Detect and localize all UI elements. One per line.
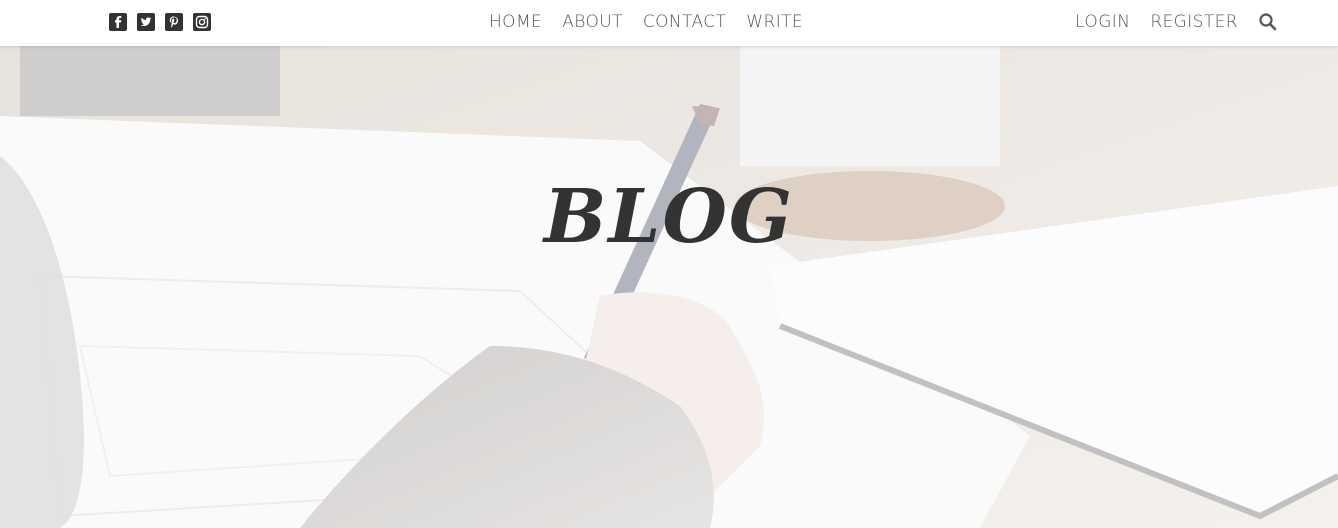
auth-nav: LOGIN REGISTER [1075, 12, 1278, 32]
facebook-icon[interactable] [109, 13, 127, 31]
search-icon[interactable] [1258, 12, 1278, 32]
twitter-icon[interactable] [137, 13, 155, 31]
pinterest-icon[interactable] [165, 13, 183, 31]
instagram-icon[interactable] [193, 13, 211, 31]
nav-write-link[interactable]: WRITE [746, 12, 803, 32]
top-navbar: HOME ABOUT CONTACT WRITE LOGIN REGISTER [0, 0, 1338, 46]
nav-contact-link[interactable]: CONTACT [643, 12, 726, 32]
page-title: BLOG [543, 173, 795, 260]
register-link[interactable]: REGISTER [1150, 12, 1238, 32]
hero-overlay [0, 46, 1338, 528]
nav-about-link[interactable]: ABOUT [562, 12, 623, 32]
hero-banner: BLOG [0, 46, 1338, 528]
main-nav: HOME ABOUT CONTACT WRITE [489, 12, 803, 32]
login-link[interactable]: LOGIN [1075, 12, 1130, 32]
nav-home-link[interactable]: HOME [489, 12, 542, 32]
social-links [109, 13, 211, 31]
